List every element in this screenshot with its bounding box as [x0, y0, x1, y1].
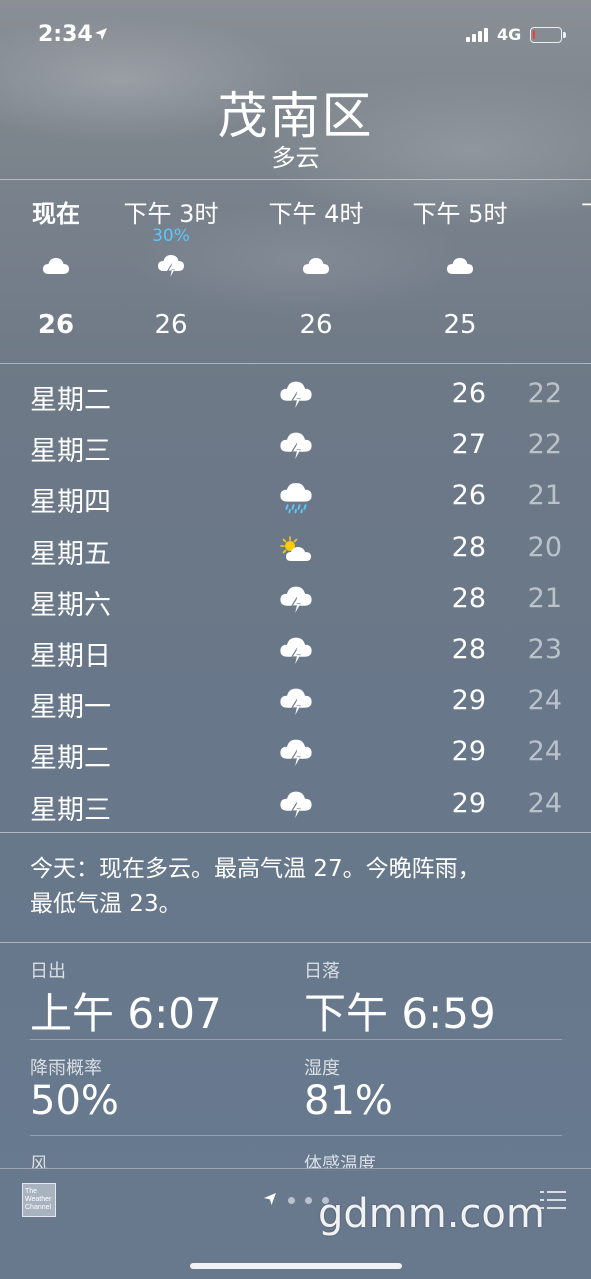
- status-time: 2:34: [38, 22, 93, 47]
- day-name: 星期二: [30, 385, 111, 416]
- sunset-value: 下午 6:59: [304, 989, 496, 1038]
- day-name: 星期五: [30, 538, 111, 570]
- thunderstorm-icon: [278, 687, 314, 719]
- high-temperature: 29: [451, 685, 486, 717]
- hourly-item: 下午7 2: [540, 180, 591, 362]
- page-dot: [305, 1197, 312, 1204]
- daily-row: 星期三 27 22: [0, 421, 591, 472]
- low-temperature: 21: [527, 480, 562, 512]
- cloud-icon: [41, 254, 71, 280]
- high-temperature: 29: [451, 787, 486, 819]
- hour-temperature: 25: [443, 310, 477, 340]
- signal-icon: [466, 28, 490, 42]
- thunderstorm-icon: [278, 636, 314, 668]
- hourly-item: 下午 3时 30% 26: [106, 180, 236, 362]
- partly-sunny-icon: [278, 534, 314, 566]
- location-arrow-icon: [264, 1193, 276, 1205]
- page-dot: [288, 1197, 295, 1204]
- summary-line-1: 今天：现在多云。最高气温 27。今晚阵雨，: [30, 856, 481, 882]
- low-temperature: 20: [527, 531, 562, 563]
- divider: [0, 942, 591, 943]
- high-temperature: 27: [451, 429, 486, 461]
- day-name: 星期四: [30, 487, 111, 519]
- rain-chance-label: 降雨概率: [30, 1058, 102, 1079]
- low-temperature: 21: [527, 582, 562, 614]
- weather-channel-logo[interactable]: The Weather Channel: [22, 1183, 56, 1217]
- daily-row: 星期三 29 24: [0, 780, 591, 831]
- low-temperature: 24: [527, 685, 562, 717]
- thunderstorm-icon: [156, 254, 186, 280]
- daily-row: 星期五 28 20: [0, 524, 591, 575]
- network-type: 4G: [497, 25, 522, 44]
- thunderstorm-icon: [278, 738, 314, 770]
- divider: [0, 832, 591, 833]
- day-name: 星期六: [30, 589, 111, 621]
- divider: [30, 1135, 562, 1136]
- current-condition: 多云: [271, 144, 320, 172]
- day-name: 星期二: [30, 743, 111, 775]
- hour-label: 下午 3时: [123, 200, 219, 228]
- high-temperature: 28: [451, 531, 486, 563]
- status-bar: 2:34 4G: [0, 0, 591, 70]
- high-temperature: 29: [451, 736, 486, 768]
- summary-line-2: 最低气温 23。: [30, 891, 182, 917]
- daily-row: 星期二 26 22: [0, 370, 591, 421]
- daily-row: 星期四 26 21: [0, 472, 591, 523]
- low-temperature: 22: [527, 429, 562, 461]
- sunrise-value: 上午 6:07: [30, 989, 222, 1038]
- location-arrow-icon: [95, 28, 107, 40]
- high-temperature: 28: [451, 634, 486, 665]
- today-summary: 今天：现在多云。最高气温 27。今晚阵雨， 最低气温 23。: [30, 852, 565, 922]
- battery-icon: [530, 27, 566, 43]
- hour-temperature: 2: [540, 310, 591, 340]
- day-name: 星期三: [30, 436, 111, 468]
- low-temperature: 24: [527, 787, 562, 819]
- precip-chance: 7: [540, 226, 591, 246]
- high-temperature: 26: [451, 480, 486, 512]
- rain-chance-value: 50%: [30, 1078, 119, 1124]
- thunderstorm-icon: [278, 585, 314, 617]
- precip-chance: 30%: [152, 226, 190, 246]
- daily-row: 星期一 29 24: [0, 677, 591, 728]
- thunderstorm-icon: [278, 790, 314, 822]
- day-name: 星期日: [30, 641, 111, 672]
- divider: [30, 1039, 562, 1040]
- hour-label: 下午 4时: [268, 200, 364, 228]
- hour-temperature: 26: [299, 310, 333, 340]
- bottom-toolbar: The Weather Channel gdmm.com: [0, 1168, 591, 1279]
- home-indicator[interactable]: [190, 1263, 402, 1269]
- day-name: 星期三: [30, 794, 111, 826]
- battery-level: [533, 30, 535, 39]
- divider: [0, 363, 591, 364]
- hourly-item: 下午 5时 25: [395, 180, 525, 362]
- hour-label: 下午 5时: [412, 200, 508, 228]
- humidity-value: 81%: [304, 1078, 393, 1124]
- cloud-icon: [445, 254, 475, 280]
- thunderstorm-icon: [278, 431, 314, 463]
- hourly-item: 下午 4时 26: [251, 180, 381, 362]
- high-temperature: 28: [451, 582, 486, 614]
- humidity-label: 湿度: [304, 1058, 340, 1079]
- hour-label: 下午: [540, 194, 591, 229]
- hour-temperature: 26: [37, 310, 75, 340]
- high-temperature: 26: [451, 378, 486, 409]
- low-temperature: 22: [527, 378, 562, 409]
- hourly-forecast[interactable]: 现在 26 下午 3时30% 26 下午 4时 26 下午 5时 25 下午7 2: [0, 180, 591, 362]
- day-name: 星期一: [30, 692, 111, 724]
- daily-row: 星期日 28 23: [0, 626, 591, 677]
- hour-label: 现在: [32, 200, 80, 228]
- daily-row: 星期六 28 21: [0, 575, 591, 626]
- hourly-item: 现在 26: [0, 180, 121, 362]
- hour-temperature: 26: [154, 310, 188, 340]
- daily-row: 星期二 29 24: [0, 728, 591, 779]
- watermark: gdmm.com: [318, 1191, 545, 1237]
- rain-icon: [278, 482, 314, 514]
- thunderstorm-icon: [278, 380, 314, 412]
- cloud-icon: [301, 254, 331, 280]
- low-temperature: 24: [527, 736, 562, 768]
- low-temperature: 23: [527, 634, 562, 665]
